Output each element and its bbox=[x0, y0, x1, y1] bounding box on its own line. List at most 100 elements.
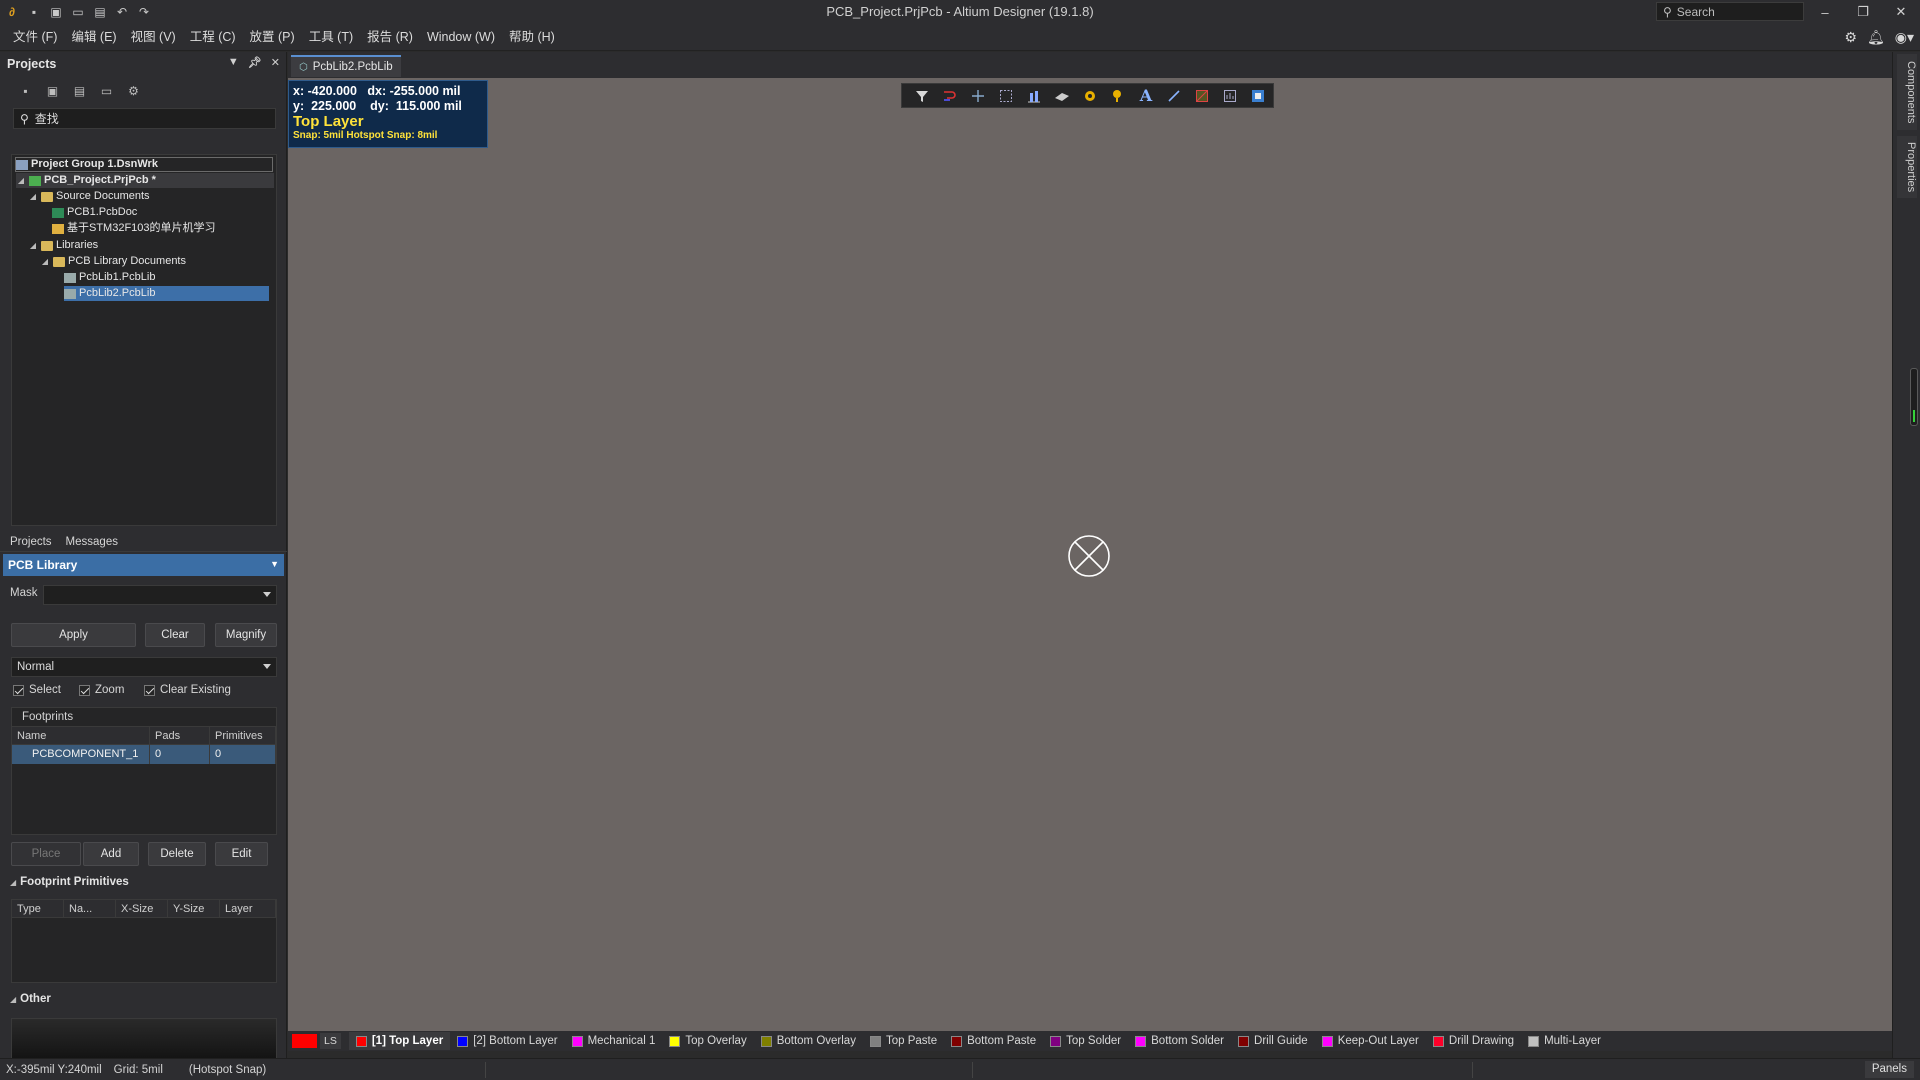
canvas-scroll-indicator[interactable] bbox=[1910, 368, 1918, 426]
menu-edit[interactable]: 编辑 (E) bbox=[64, 24, 123, 51]
collapse-icon[interactable]: ◢ bbox=[28, 189, 38, 204]
column-header-name[interactable]: Name bbox=[12, 727, 150, 744]
tree-item-pcbdoc[interactable]: PCB1.PcbDoc bbox=[52, 205, 137, 220]
collapse-icon[interactable]: ◢ bbox=[28, 238, 38, 253]
place-via-icon[interactable] bbox=[1076, 84, 1104, 107]
global-search-input[interactable]: ⚲ Search bbox=[1656, 2, 1804, 21]
tab-projects[interactable]: Projects bbox=[4, 532, 58, 551]
pin-icon[interactable]: 📌︎ bbox=[248, 56, 262, 69]
menu-help[interactable]: 帮助 (H) bbox=[502, 24, 562, 51]
tree-item-source-docs[interactable]: ◢ Source Documents bbox=[28, 189, 150, 204]
compile-icon[interactable]: ▣ bbox=[44, 83, 61, 100]
other-header[interactable]: ◢ Other bbox=[10, 993, 51, 1005]
column-header-pads[interactable]: Pads bbox=[150, 727, 210, 744]
menu-window[interactable]: Window (W) bbox=[420, 24, 502, 51]
tree-item-group[interactable]: Project Group 1.DsnWrk bbox=[15, 157, 273, 172]
folder-icon[interactable]: ▭ bbox=[98, 83, 115, 100]
project-tree[interactable]: Project Group 1.DsnWrk ◢ PCB_Project.Prj… bbox=[11, 154, 277, 526]
save-all-icon[interactable]: ▣ bbox=[48, 4, 64, 20]
mode-select[interactable]: Normal bbox=[11, 657, 277, 677]
footprint-primitives-header[interactable]: ◢ Footprint Primitives bbox=[10, 876, 129, 888]
filter-icon[interactable] bbox=[908, 84, 936, 107]
menu-project[interactable]: 工程 (C) bbox=[183, 24, 243, 51]
restore-button[interactable]: ❐ bbox=[1844, 0, 1882, 24]
chevron-down-icon[interactable]: ▼ bbox=[270, 559, 279, 569]
settings-icon[interactable]: ⚙ bbox=[125, 83, 142, 100]
tree-item-pcblib2[interactable]: PcbLib2.PcbLib bbox=[64, 286, 269, 301]
tree-item-pcb-lib-docs[interactable]: ◢ PCB Library Documents bbox=[40, 254, 186, 269]
tree-item-schdoc[interactable]: 基于STM32F103的单片机学习 bbox=[52, 221, 216, 236]
save-project-icon[interactable]: ▪ bbox=[17, 83, 34, 100]
layer-tab[interactable]: Bottom Solder bbox=[1128, 1032, 1231, 1050]
bell-icon[interactable]: 🔔︎ bbox=[1867, 29, 1885, 46]
collapse-icon[interactable]: ◢ bbox=[16, 173, 26, 188]
apply-button[interactable]: Apply bbox=[11, 623, 136, 647]
layer-tab[interactable]: Bottom Paste bbox=[944, 1032, 1043, 1050]
layer-tab[interactable]: Mechanical 1 bbox=[565, 1032, 663, 1050]
place-dimension-icon[interactable] bbox=[1216, 84, 1244, 107]
place-button[interactable]: Place bbox=[11, 842, 81, 866]
panel-menu-icon[interactable]: ▼ bbox=[228, 56, 239, 69]
tree-item-pcblib1[interactable]: PcbLib1.PcbLib bbox=[64, 270, 155, 285]
column-header-y-size[interactable]: Y-Size bbox=[168, 900, 220, 917]
clear-existing-checkbox[interactable]: Clear Existing bbox=[144, 684, 231, 696]
column-header-layer[interactable]: Layer bbox=[220, 900, 276, 917]
gear-icon[interactable]: ⚙ bbox=[1844, 29, 1857, 46]
clear-button[interactable]: Clear bbox=[145, 623, 205, 647]
layer-tab[interactable]: [2] Bottom Layer bbox=[450, 1032, 564, 1050]
menu-file[interactable]: 文件 (F) bbox=[6, 24, 64, 51]
panels-button[interactable]: Panels bbox=[1864, 1061, 1914, 1078]
open-icon[interactable]: ▭ bbox=[70, 4, 86, 20]
column-header-type[interactable]: Type bbox=[12, 900, 64, 917]
layer-tab[interactable]: Bottom Overlay bbox=[754, 1032, 863, 1050]
user-icon[interactable]: ◉▾ bbox=[1895, 29, 1914, 46]
layer-tab[interactable]: Keep-Out Layer bbox=[1315, 1032, 1426, 1050]
layer-set-button[interactable]: LS bbox=[320, 1033, 341, 1049]
tab-pcblib2[interactable]: ⬡ PcbLib2.PcbLib bbox=[291, 55, 401, 77]
layer-tab[interactable]: Top Overlay bbox=[662, 1032, 753, 1050]
place-component-icon[interactable] bbox=[1104, 84, 1132, 107]
tree-item-project[interactable]: ◢ PCB_Project.PrjPcb * bbox=[16, 173, 274, 188]
crosshair-icon[interactable] bbox=[964, 84, 992, 107]
place-line-icon[interactable] bbox=[1160, 84, 1188, 107]
select-checkbox[interactable]: Select bbox=[13, 684, 61, 696]
magnify-button[interactable]: Magnify bbox=[215, 623, 277, 647]
undo-icon[interactable]: ↶ bbox=[114, 4, 130, 20]
close-icon[interactable]: ✕ bbox=[271, 56, 280, 69]
close-window-button[interactable]: ✕ bbox=[1882, 0, 1920, 24]
collapse-icon[interactable]: ◢ bbox=[40, 254, 50, 269]
edit-button[interactable]: Edit bbox=[215, 842, 268, 866]
redo-icon[interactable]: ↷ bbox=[136, 4, 152, 20]
align-icon[interactable] bbox=[1020, 84, 1048, 107]
tab-properties[interactable]: Properties bbox=[1897, 136, 1917, 198]
pcb-library-header[interactable]: PCB Library ▼ bbox=[3, 554, 284, 576]
tab-components[interactable]: Components bbox=[1897, 54, 1917, 130]
tab-messages[interactable]: Messages bbox=[60, 532, 124, 551]
table-row[interactable]: PCBCOMPONENT_1 0 0 bbox=[12, 745, 276, 764]
menu-place[interactable]: 放置 (P) bbox=[243, 24, 302, 51]
projects-search-input[interactable]: ⚲ 查找 bbox=[13, 108, 276, 129]
save-icon[interactable]: ▪ bbox=[26, 4, 42, 20]
mask-input[interactable] bbox=[43, 585, 277, 605]
layer-tab[interactable]: [1] Top Layer bbox=[348, 1032, 451, 1050]
delete-button[interactable]: Delete bbox=[148, 842, 206, 866]
open-project-icon[interactable]: ▤ bbox=[92, 4, 108, 20]
menu-tools[interactable]: 工具 (T) bbox=[302, 24, 360, 51]
place-text-icon[interactable]: A bbox=[1132, 84, 1160, 107]
menu-reports[interactable]: 报告 (R) bbox=[360, 24, 420, 51]
place-pad-icon[interactable] bbox=[1048, 84, 1076, 107]
column-header-x-size[interactable]: X-Size bbox=[116, 900, 168, 917]
pcb-editor-canvas[interactable]: x: -420.000 dx: -255.000 mil y: 225.000 … bbox=[288, 78, 1892, 1031]
add-button[interactable]: Add bbox=[83, 842, 139, 866]
tree-item-libraries[interactable]: ◢ Libraries bbox=[28, 238, 98, 253]
place-room-icon[interactable] bbox=[1244, 84, 1272, 107]
place-region-icon[interactable] bbox=[1188, 84, 1216, 107]
route-icon[interactable] bbox=[936, 84, 964, 107]
layer-tab[interactable]: Top Paste bbox=[863, 1032, 944, 1050]
layer-tab[interactable]: Top Solder bbox=[1043, 1032, 1128, 1050]
layer-tab[interactable]: Multi-Layer bbox=[1521, 1032, 1608, 1050]
column-header-primitives[interactable]: Primitives bbox=[210, 727, 276, 744]
zoom-checkbox[interactable]: Zoom bbox=[79, 684, 124, 696]
current-layer-color[interactable] bbox=[292, 1034, 317, 1048]
column-header-name[interactable]: Na... bbox=[64, 900, 116, 917]
